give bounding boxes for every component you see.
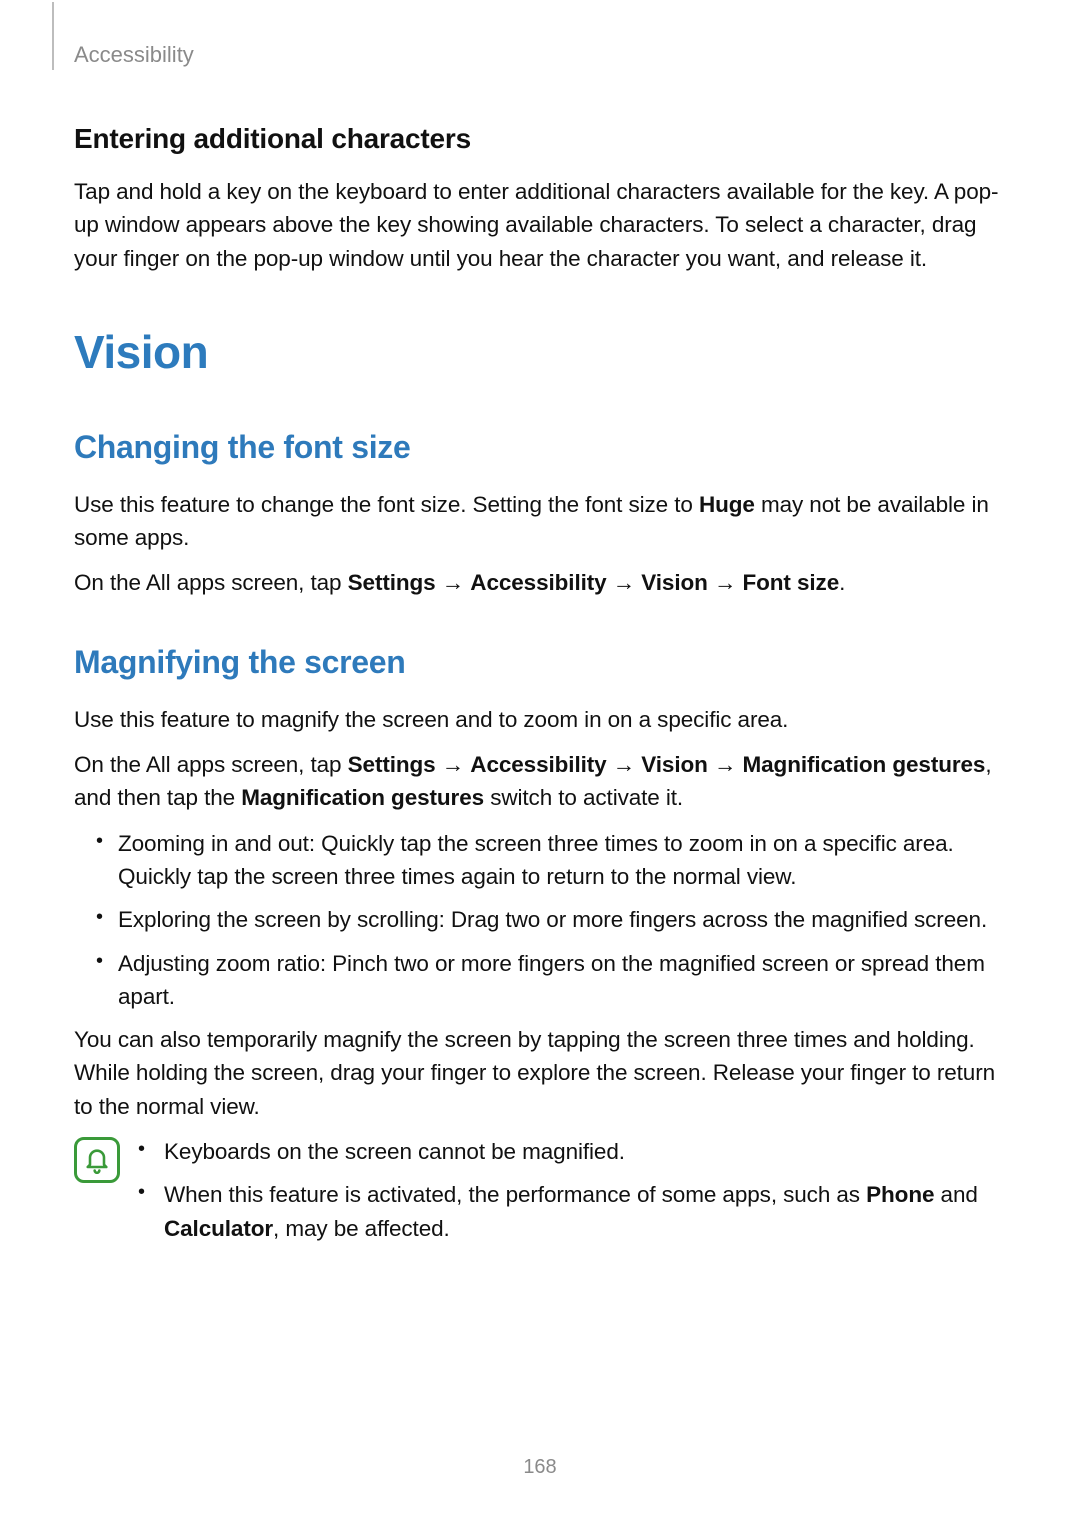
body-text: Use this feature to change the font size… <box>74 488 1006 555</box>
bold-text: Calculator <box>164 1216 273 1241</box>
document-page: Accessibility Entering additional charac… <box>0 0 1080 1527</box>
header-section-label: Accessibility <box>74 42 1006 68</box>
bold-text: Vision <box>641 752 708 777</box>
body-text: Tap and hold a key on the keyboard to en… <box>74 175 1006 275</box>
text-fragment: On the All apps screen, tap <box>74 752 348 777</box>
bold-text: Accessibility <box>470 570 606 595</box>
bold-text: Font size <box>743 570 840 595</box>
text-fragment: switch to activate it. <box>484 785 683 810</box>
arrow-icon: → <box>607 752 642 777</box>
section-entering-characters: Entering additional characters Tap and h… <box>74 123 1006 275</box>
body-text: On the All apps screen, tap Settings → A… <box>74 566 1006 599</box>
section-font-size: Changing the font size Use this feature … <box>74 429 1006 600</box>
list-item: Exploring the screen by scrolling: Drag … <box>118 903 1006 936</box>
body-text: On the All apps screen, tap Settings → A… <box>74 748 1006 815</box>
note-bell-icon <box>74 1137 120 1183</box>
text-fragment: and <box>934 1182 977 1207</box>
arrow-icon: → <box>436 570 471 595</box>
list-item: Keyboards on the screen cannot be magnif… <box>138 1135 1006 1168</box>
text-fragment: When this feature is activated, the perf… <box>164 1182 866 1207</box>
heading-font-size: Changing the font size <box>74 429 1006 466</box>
text-fragment: , may be affected. <box>273 1216 450 1241</box>
arrow-icon: → <box>436 752 471 777</box>
page-number: 168 <box>0 1456 1080 1479</box>
arrow-icon: → <box>708 752 743 777</box>
bold-text: Huge <box>699 492 755 517</box>
bullet-list: Zooming in and out: Quickly tap the scre… <box>74 827 1006 1013</box>
text-fragment: . <box>839 570 845 595</box>
section-magnify: Magnifying the screen Use this feature t… <box>74 644 1006 1255</box>
body-text: You can also temporarily magnify the scr… <box>74 1023 1006 1123</box>
body-text: Use this feature to magnify the screen a… <box>74 703 1006 736</box>
heading-magnify: Magnifying the screen <box>74 644 1006 681</box>
bold-text: Settings <box>348 570 436 595</box>
arrow-icon: → <box>607 570 642 595</box>
text-fragment: Use this feature to change the font size… <box>74 492 699 517</box>
page-header: Accessibility <box>74 42 1006 68</box>
bold-text: Vision <box>641 570 708 595</box>
bold-text: Magnification gestures <box>743 752 986 777</box>
bold-text: Settings <box>348 752 436 777</box>
note-block: Keyboards on the screen cannot be magnif… <box>74 1135 1006 1255</box>
bold-text: Phone <box>866 1182 934 1207</box>
list-item: Zooming in and out: Quickly tap the scre… <box>118 827 1006 894</box>
arrow-icon: → <box>708 570 743 595</box>
list-item: When this feature is activated, the perf… <box>138 1178 1006 1245</box>
header-vertical-rule <box>52 2 54 70</box>
bold-text: Magnification gestures <box>241 785 484 810</box>
bold-text: Accessibility <box>470 752 606 777</box>
text-fragment: On the All apps screen, tap <box>74 570 348 595</box>
heading-vision: Vision <box>74 325 1006 379</box>
note-list: Keyboards on the screen cannot be magnif… <box>138 1135 1006 1255</box>
list-item: Adjusting zoom ratio: Pinch two or more … <box>118 947 1006 1014</box>
heading-entering-characters: Entering additional characters <box>74 123 1006 155</box>
